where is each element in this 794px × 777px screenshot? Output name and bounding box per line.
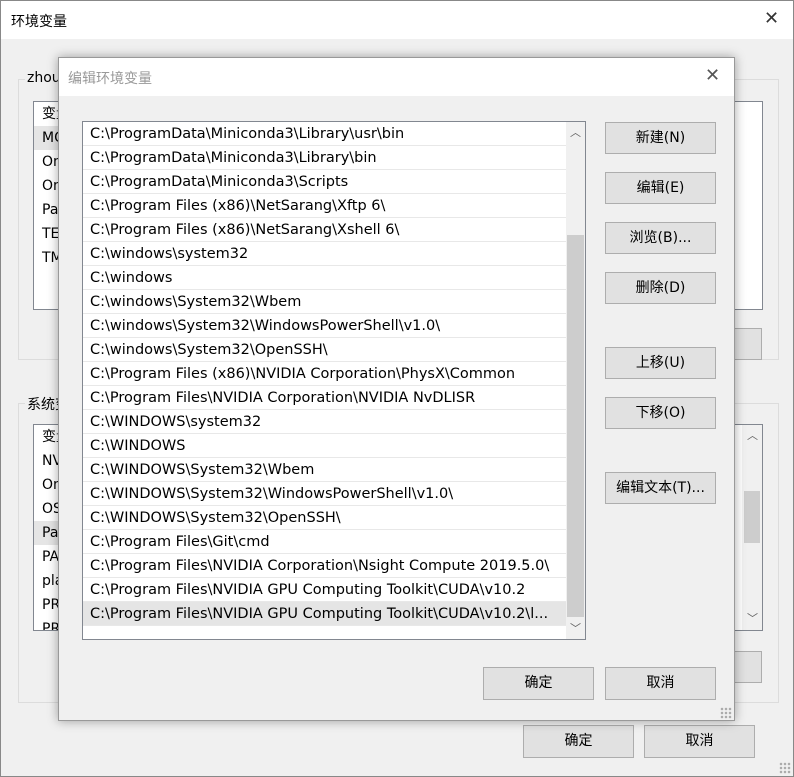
path-list-item[interactable]: C:\windows\System32\Wbem bbox=[83, 290, 566, 314]
path-list-item[interactable]: C:\windows\System32\WindowsPowerShell\v1… bbox=[83, 314, 566, 338]
edit-environment-variable-dialog: 编辑环境变量 ✕ C:\ProgramData\Miniconda3\Libra… bbox=[58, 57, 735, 721]
scrollbar-thumb[interactable] bbox=[567, 235, 584, 617]
path-list[interactable]: C:\ProgramData\Miniconda3\Library\usr\bi… bbox=[82, 121, 586, 640]
path-list-item[interactable]: C:\Program Files (x86)\NetSarang\Xshell … bbox=[83, 218, 566, 242]
path-list-item[interactable]: C:\Program Files\Git\cmd bbox=[83, 530, 566, 554]
edit-button[interactable]: 编辑(E) bbox=[605, 172, 716, 204]
main-cancel-button[interactable]: 取消 bbox=[644, 725, 755, 758]
path-list-item[interactable]: C:\Program Files\NVIDIA Corporation\NVID… bbox=[83, 386, 566, 410]
path-list-item[interactable]: C:\WINDOWS\System32\OpenSSH\ bbox=[83, 506, 566, 530]
scroll-up-icon[interactable]: ︿ bbox=[747, 427, 758, 443]
dialog-close-icon[interactable]: ✕ bbox=[705, 67, 720, 85]
window-title: 环境变量 bbox=[11, 14, 67, 30]
delete-button[interactable]: 删除(D) bbox=[605, 272, 716, 304]
path-list-item[interactable]: C:\Program Files\NVIDIA GPU Computing To… bbox=[83, 602, 566, 626]
main-ok-button[interactable]: 确定 bbox=[523, 725, 634, 758]
dialog-title-bar: 编辑环境变量 ✕ bbox=[59, 58, 734, 96]
edit-text-button[interactable]: 编辑文本(T)... bbox=[605, 472, 716, 504]
path-list-item[interactable]: C:\WINDOWS bbox=[83, 434, 566, 458]
scroll-down-icon[interactable]: ﹀ bbox=[570, 620, 581, 636]
dialog-cancel-button[interactable]: 取消 bbox=[605, 667, 716, 700]
new-button[interactable]: 新建(N) bbox=[605, 122, 716, 154]
scroll-up-icon[interactable]: ︿ bbox=[570, 124, 581, 140]
dialog-ok-button[interactable]: 确定 bbox=[483, 667, 594, 700]
move-down-button[interactable]: 下移(O) bbox=[605, 397, 716, 429]
path-list-item[interactable]: C:\WINDOWS\system32 bbox=[83, 410, 566, 434]
path-scrollbar[interactable]: ︿ ﹀ bbox=[566, 122, 585, 639]
resize-grip-icon[interactable] bbox=[779, 762, 791, 774]
close-icon[interactable]: ✕ bbox=[764, 10, 779, 28]
path-list-item[interactable]: C:\Program Files (x86)\NVIDIA Corporatio… bbox=[83, 362, 566, 386]
path-list-item[interactable]: C:\WINDOWS\System32\Wbem bbox=[83, 458, 566, 482]
dialog-title: 编辑环境变量 bbox=[68, 71, 152, 87]
move-up-button[interactable]: 上移(U) bbox=[605, 347, 716, 379]
path-list-item[interactable]: C:\windows bbox=[83, 266, 566, 290]
path-list-item[interactable]: C:\ProgramData\Miniconda3\Scripts bbox=[83, 170, 566, 194]
path-list-item[interactable]: C:\ProgramData\Miniconda3\Library\usr\bi… bbox=[83, 122, 566, 146]
path-list-item[interactable]: C:\windows\System32\OpenSSH\ bbox=[83, 338, 566, 362]
scroll-down-icon[interactable]: ﹀ bbox=[747, 610, 758, 626]
path-list-item[interactable]: C:\WINDOWS\System32\WindowsPowerShell\v1… bbox=[83, 482, 566, 506]
path-list-item[interactable]: C:\Program Files\NVIDIA Corporation\Nsig… bbox=[83, 554, 566, 578]
path-list-item[interactable]: C:\Program Files (x86)\NetSarang\Xftp 6\ bbox=[83, 194, 566, 218]
path-list-item[interactable]: C:\windows\system32 bbox=[83, 242, 566, 266]
scrollbar-thumb[interactable] bbox=[744, 491, 760, 543]
path-list-item[interactable]: C:\ProgramData\Miniconda3\Library\bin bbox=[83, 146, 566, 170]
path-list-item[interactable]: C:\Program Files\NVIDIA GPU Computing To… bbox=[83, 578, 566, 602]
browse-button[interactable]: 浏览(B)... bbox=[605, 222, 716, 254]
system-scrollbar[interactable]: ︿ ﹀ bbox=[742, 425, 762, 630]
title-bar: 环境变量 ✕ bbox=[1, 1, 793, 39]
resize-grip-icon[interactable] bbox=[720, 707, 732, 719]
